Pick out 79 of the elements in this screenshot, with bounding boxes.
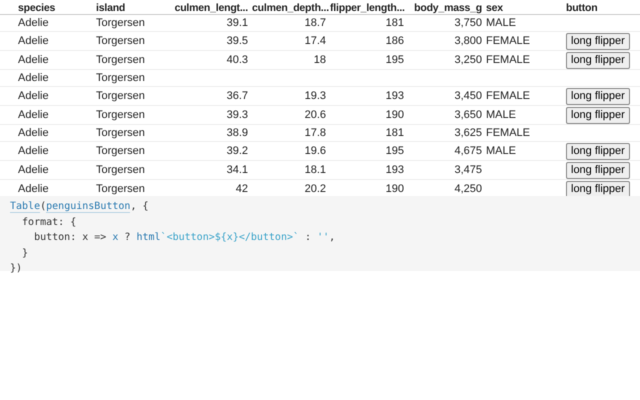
table-cell: 36.7 [226,90,248,102]
column-header[interactable]: body_mass_g [414,2,482,14]
table-cell: 195 [386,144,404,156]
table-cell: Torgersen [96,72,145,84]
table-cell: 181 [386,126,404,138]
table-cell: 3,750 [454,16,482,28]
column-header[interactable]: culmen_lengt... [174,2,248,14]
table-cell: 39.5 [226,34,248,46]
table-cell: 186 [386,34,404,46]
table-cell: Torgersen [96,16,145,28]
table-cell: 17.4 [304,34,326,46]
table-cell: 20.2 [304,182,326,194]
table-cell: Adelie [18,16,49,28]
table-cell: 190 [386,108,404,120]
table-cell: Adelie [18,144,49,156]
column-header[interactable]: species [18,2,56,14]
table-cell: 4,675 [454,144,482,156]
table-cell: FEMALE [486,34,530,46]
table-cell: 39.1 [226,16,248,28]
long-flipper-button[interactable]: long flipper [566,181,630,196]
column-header[interactable]: island [96,2,126,14]
column-header[interactable]: sex [486,2,503,14]
table-cell: Adelie [18,164,49,176]
long-flipper-button[interactable]: long flipper [566,52,630,69]
table-cell: Adelie [18,126,49,138]
table-cell: Adelie [18,182,49,194]
table-cell: Torgersen [96,126,145,138]
table-cell: Torgersen [96,90,145,102]
table-cell: 195 [386,54,404,66]
table-cell: 3,625 [454,126,482,138]
table-cell: 39.2 [226,144,248,156]
table-cell: FEMALE [486,90,530,102]
table-cell: 3,475 [454,164,482,176]
table-cell: 3,250 [454,54,482,66]
long-flipper-button[interactable]: long flipper [566,88,630,105]
table-cell: 19.6 [304,144,326,156]
table-cell: MALE [486,144,516,156]
table-cell: 18 [314,54,326,66]
table-cell: Torgersen [96,144,145,156]
table-cell: Torgersen [96,164,145,176]
table-cell: Torgersen [96,108,145,120]
code-block: Table(penguinsButton, { format: { button: x => x ? html`<button>${x}</button>` : '', } }) [0,196,640,271]
table-cell: Adelie [18,54,49,66]
table-cell: Torgersen [96,182,145,194]
table-cell: Adelie [18,34,49,46]
table-cell: 18.7 [304,16,326,28]
table-cell: 20.6 [304,108,326,120]
long-flipper-button[interactable]: long flipper [566,107,630,124]
table-cell: 19.3 [304,90,326,102]
table-cell: 193 [386,164,404,176]
table-cell: 18.1 [304,164,326,176]
table-cell: Adelie [18,90,49,102]
table-cell: 4,250 [454,182,482,194]
table-cell: 38.9 [226,126,248,138]
table-cell: 34.1 [226,164,248,176]
long-flipper-button[interactable]: long flipper [566,143,630,160]
table-cell: 17.8 [304,126,326,138]
table-cell: Adelie [18,108,49,120]
table-cell: Torgersen [96,34,145,46]
column-header[interactable]: culmen_depth... [252,2,329,14]
table-cell: MALE [486,16,516,28]
table-cell: 3,650 [454,108,482,120]
table-cell: 3,450 [454,90,482,102]
long-flipper-button[interactable]: long flipper [566,33,630,50]
table-cell: 193 [386,90,404,102]
table-cell: 39.3 [226,108,248,120]
table-cell: 3,800 [454,34,482,46]
column-header[interactable]: flipper_length... [330,2,405,14]
table-cell: FEMALE [486,126,530,138]
table-cell: 181 [386,16,404,28]
long-flipper-button[interactable]: long flipper [566,162,630,179]
column-header[interactable]: button [566,2,598,14]
table-cell: 190 [386,182,404,194]
table-cell: Adelie [18,72,49,84]
table-cell: MALE [486,108,516,120]
table-cell: 40.3 [226,54,248,66]
table-cell: 42 [236,182,248,194]
table-cell: Torgersen [96,54,145,66]
table-cell: FEMALE [486,54,530,66]
